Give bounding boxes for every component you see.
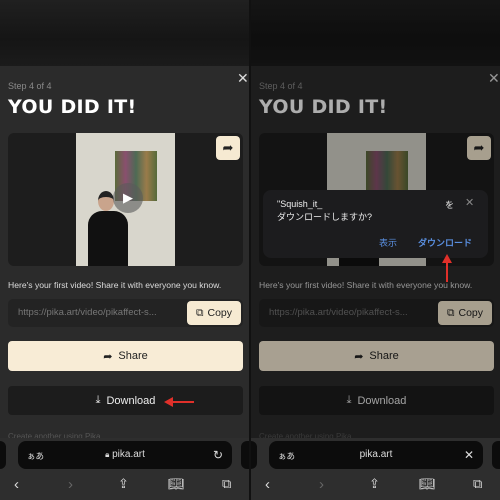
screen-left: Step 4 of 4 YOU DID IT! ✕ ▶ ➦ Here's you… (0, 0, 249, 500)
reload-icon[interactable]: ↻ (213, 448, 223, 462)
annotation-arrowhead (442, 254, 452, 263)
next-tab (492, 441, 500, 469)
address-bar[interactable]: ぁあ pika.art ✕ (269, 441, 483, 469)
screen-right: Step 4 of 4 YOU DID IT! ✕ ➦ Here's your … (251, 0, 500, 500)
blurred-background (0, 0, 249, 66)
browser-toolbar: ぁあ 🔒︎ pika.art ↻ ‹ › ⇪ 📖︎ ⧉ (0, 438, 249, 500)
download-icon: ⤓ (95, 394, 101, 406)
host: pika.art (112, 449, 145, 460)
dialog-message: "Squish_it_ ダウンロードしますか? (277, 199, 373, 222)
video-preview[interactable]: ▶ ➦ (8, 133, 243, 266)
prev-tab (251, 441, 257, 469)
bookmarks-icon[interactable]: 📖︎ (419, 476, 436, 492)
download-button[interactable]: ⤓ Download (8, 386, 243, 415)
share-sheet-icon[interactable]: ⇪ (369, 476, 380, 492)
annotation-arrow (172, 401, 194, 403)
page-title: YOU DID IT! (8, 96, 137, 118)
copy-button[interactable]: ⧉ Copy (187, 301, 241, 325)
step-label: Step 4 of 4 (8, 81, 52, 91)
copy-label: Copy (207, 307, 232, 319)
url-field[interactable]: https://pika.art/video/pikaffect-s... ⧉ C… (8, 299, 243, 327)
annotation-arrowhead (164, 397, 173, 407)
annotation-arrow (446, 262, 448, 282)
share-sheet-icon[interactable]: ⇪ (118, 476, 129, 492)
close-icon[interactable]: ✕ (465, 196, 474, 209)
prev-tab (0, 441, 6, 469)
download-dialog: "Squish_it_ ダウンロードしますか? を ✕ 表示 ダウンロード (263, 190, 488, 258)
tabs-icon[interactable]: ⧉ (222, 476, 231, 492)
url-value: https://pika.art/video/pikaffect-s... (18, 307, 157, 318)
next-tab (241, 441, 249, 469)
share-icon[interactable]: ➦ (216, 136, 240, 160)
description: Here's your first video! Share it with e… (8, 280, 222, 290)
stop-icon[interactable]: ✕ (464, 448, 474, 462)
share-button[interactable]: ➦ Share (8, 341, 243, 371)
video-frame: ▶ (76, 133, 175, 266)
lock-icon: 🔒︎ (105, 450, 110, 459)
address-bar[interactable]: ぁあ 🔒︎ pika.art ↻ (18, 441, 232, 469)
share-label: Share (118, 350, 148, 362)
share-icon: ➦ (103, 350, 113, 363)
browser-toolbar: ぁあ pika.art ✕ ‹ › ⇪ 📖︎ ⧉ (251, 438, 500, 500)
download-label: Download (106, 394, 156, 407)
close-icon[interactable]: ✕ (237, 70, 249, 87)
back-icon[interactable]: ‹ (14, 476, 19, 493)
tabs-icon[interactable]: ⧉ (473, 476, 482, 492)
forward-icon[interactable]: › (319, 476, 324, 493)
bookmarks-icon[interactable]: 📖︎ (168, 476, 185, 492)
host: pika.art (359, 449, 393, 460)
copy-icon: ⧉ (195, 306, 204, 319)
show-button[interactable]: 表示 (379, 236, 397, 249)
forward-icon[interactable]: › (68, 476, 73, 493)
confirm-download-button[interactable]: ダウンロード (418, 236, 472, 249)
back-icon[interactable]: ‹ (265, 476, 270, 493)
play-icon[interactable]: ▶ (113, 183, 143, 213)
person-head (98, 191, 114, 211)
dialog-message-suffix: を (445, 200, 455, 210)
person (88, 211, 128, 266)
